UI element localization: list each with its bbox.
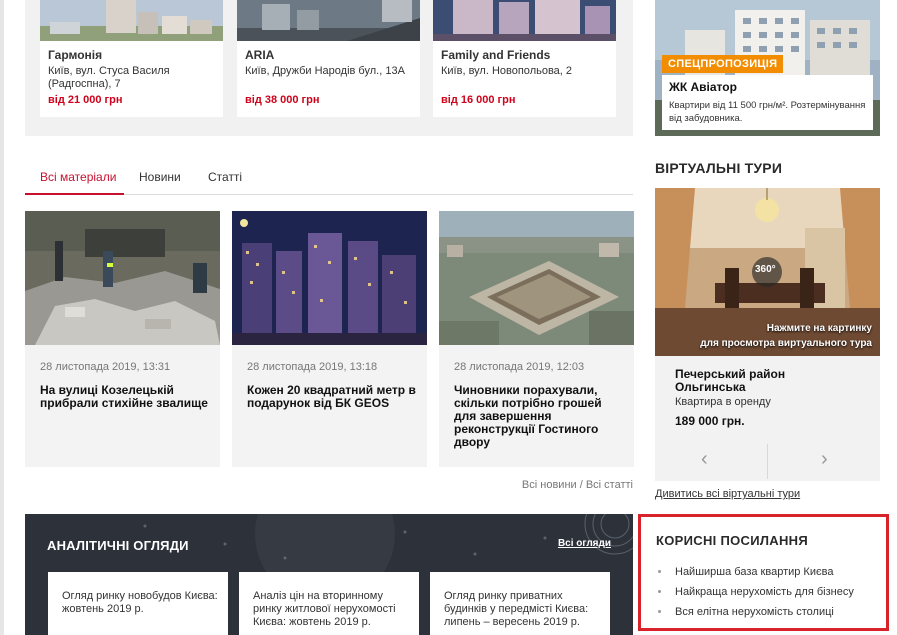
special-offer-badge: СПЕЦПРОПОЗИЦІЯ [662, 55, 784, 73]
property-image[interactable] [237, 0, 420, 41]
news-title[interactable]: Кожен 20 квадратний метр в подарунок від… [247, 384, 419, 410]
materials-tabs: Всі матеріали Новини Статті [25, 162, 633, 195]
virtual-tours-heading: ВІРТУАЛЬНІ ТУРИ [655, 160, 783, 176]
virtual-tour-caption-line: Нажмите на картинку [766, 323, 872, 334]
useful-link[interactable]: Вся елітна нерухомість столиці [656, 604, 854, 624]
property-card[interactable]: Гармонія Київ, вул. Стуса Василя (Радгос… [40, 0, 223, 117]
property-address: Київ, вул. Стуса Василя (Радгоспна), 7 [48, 65, 170, 90]
news-card[interactable]: 28 листопада 2019, 13:18 Кожен 20 квадра… [232, 211, 427, 467]
tab-news[interactable]: Новини [139, 170, 181, 184]
property-card[interactable]: ARIA Київ, Дружби Народів бул., 13А від … [237, 0, 420, 117]
virtual-tour-card: 360° Нажмите на картинку для просмотра в… [655, 188, 880, 481]
analytics-title: АНАЛІТИЧНІ ОГЛЯДИ [47, 538, 189, 553]
analytics-card[interactable]: Аналіз цін на вторинному ринку житлової … [239, 572, 419, 635]
virtual-tour-caption: Нажмите на картинку для просмотра виртуа… [700, 321, 872, 351]
chevron-right-icon[interactable]: › [821, 448, 828, 471]
useful-link[interactable]: Найширша база квартир Києва [656, 564, 854, 584]
virtual-tour-image[interactable]: 360° Нажмите на картинку для просмотра в… [655, 188, 880, 356]
active-tab-indicator [25, 193, 124, 195]
property-image[interactable] [40, 0, 223, 41]
news-date: 28 листопада 2019, 13:18 [247, 361, 378, 373]
news-title[interactable]: Чиновники порахували, скільки потрібно г… [454, 384, 626, 449]
analytics-card[interactable]: Огляд ринку новобудов Києва: жовтень 201… [48, 572, 228, 635]
news-image[interactable] [25, 211, 220, 345]
property-image[interactable] [433, 0, 616, 41]
analytics-section: АНАЛІТИЧНІ ОГЛЯДИ Всі огляди Огляд ринку… [25, 514, 633, 635]
useful-links-title: КОРИСНІ ПОСИЛАННЯ [656, 533, 808, 548]
virtual-tour-caption-line: для просмотра виртуального тура [700, 338, 872, 349]
analytics-card[interactable]: Огляд ринку приватних будинків у передмі… [430, 572, 610, 635]
property-name[interactable]: Family and Friends [441, 48, 550, 62]
left-page-edge [0, 0, 4, 635]
all-virtual-tours-link[interactable]: Дивитись всі віртуальні тури [655, 488, 800, 500]
tab-articles[interactable]: Статті [208, 170, 242, 184]
special-offer-banner[interactable]: СПЕЦПРОПОЗИЦІЯ ЖК Авіатор Квартири від 1… [655, 0, 880, 136]
useful-links-list: Найширша база квартир Києва Найкраща нер… [656, 564, 854, 624]
news-card[interactable]: 28 листопада 2019, 13:31 На вулиці Козел… [25, 211, 220, 467]
chevron-left-icon[interactable]: ‹ [701, 448, 708, 471]
property-address: Київ, Дружби Народів бул., 13А [245, 65, 405, 77]
special-offer-name[interactable]: ЖК Авіатор [669, 80, 737, 94]
news-date: 28 листопада 2019, 13:31 [40, 361, 171, 373]
property-name[interactable]: Гармонія [48, 48, 102, 62]
analytics-card-title[interactable]: Огляд ринку новобудов Києва: жовтень 201… [62, 590, 220, 616]
nav-divider [767, 444, 768, 479]
news-card[interactable]: 28 листопада 2019, 12:03 Чиновники порах… [439, 211, 634, 467]
new-buildings-section: Гармонія Київ, вул. Стуса Василя (Радгос… [25, 0, 633, 136]
vr-360-badge: 360° [755, 264, 776, 275]
virtual-tour-type: Квартира в оренду [675, 396, 771, 408]
virtual-tour-price: 189 000 грн. [675, 414, 745, 428]
virtual-tour-location[interactable]: Печерський район Ольгинська [675, 368, 855, 394]
special-offer-description: Квартири від 11 500 грн/м². Розтермінува… [669, 100, 866, 124]
news-date: 28 листопада 2019, 12:03 [454, 361, 585, 373]
analytics-card-title[interactable]: Аналіз цін на вторинному ринку житлової … [253, 590, 411, 629]
useful-links-box: КОРИСНІ ПОСИЛАННЯ Найширша база квартир … [638, 514, 889, 631]
news-image[interactable] [439, 211, 634, 345]
links-separator: / [576, 479, 586, 491]
property-price: від 38 000 грн [245, 94, 320, 106]
property-address: Київ, вул. Новопольова, 2 [441, 65, 573, 77]
all-news-link[interactable]: Всі новини [522, 479, 577, 491]
virtual-tour-carousel-nav: ‹ › [655, 442, 880, 481]
all-articles-link[interactable]: Всі статті [586, 479, 633, 491]
all-reviews-link[interactable]: Всі огляди [558, 538, 611, 549]
useful-link[interactable]: Найкраща нерухомість для бізнесу [656, 584, 854, 604]
all-news-links: Всі новини / Всі статті [522, 479, 633, 491]
property-price: від 16 000 грн [441, 94, 516, 106]
analytics-card-title[interactable]: Огляд ринку приватних будинків у передмі… [444, 590, 602, 629]
property-card[interactable]: Family and Friends Київ, вул. Новопольов… [433, 0, 616, 117]
special-offer-info: ЖК Авіатор Квартири від 11 500 грн/м². Р… [662, 75, 873, 130]
news-image[interactable] [232, 211, 427, 345]
news-title[interactable]: На вулиці Козелецькій прибрали стихійне … [40, 384, 212, 410]
tab-all-materials[interactable]: Всі матеріали [40, 170, 116, 184]
property-name[interactable]: ARIA [245, 48, 274, 62]
property-price: від 21 000 грн [48, 94, 123, 106]
